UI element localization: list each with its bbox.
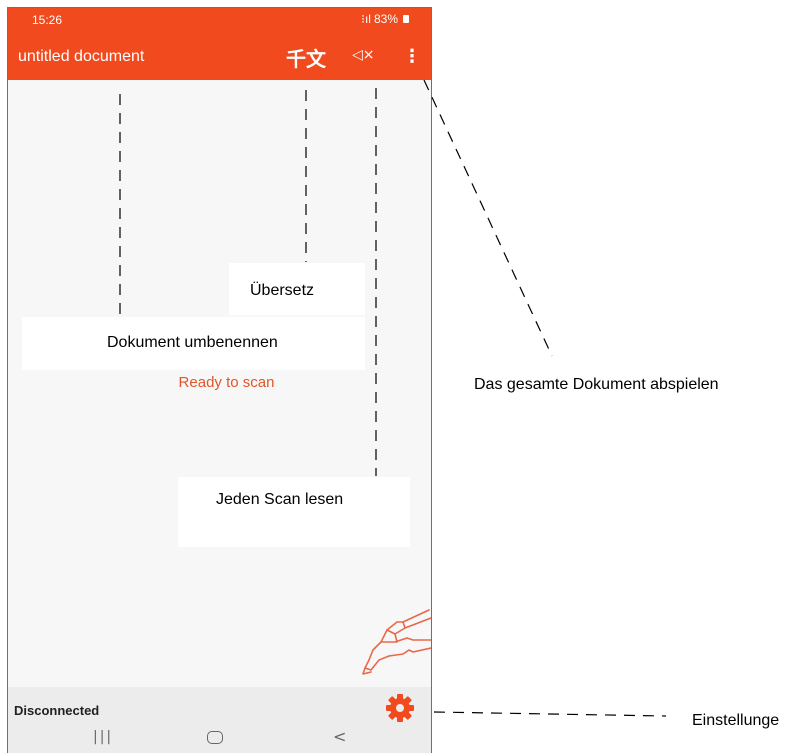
gear-icon[interactable] [384,692,416,724]
system-nav-bar: ||| < [8,723,431,753]
translate-icon[interactable]: 千文 [286,43,326,72]
translate-label: Übersetz [250,282,315,299]
status-time: 15:26 [32,13,63,27]
more-options-icon[interactable]: ⋮ [403,46,421,67]
connection-status: Disconnected [14,703,100,718]
mute-icon[interactable]: ◁× [352,47,375,63]
status-right: ⁝ıl 83% [361,12,409,26]
play-document-label: Das gesamte Dokument abspielen [474,376,719,393]
scanner-pen-icon [362,609,431,675]
rename-callout: Dokument umbenennen [22,317,365,370]
status-bar: 15:26 ⁝ıl 83% [8,8,431,34]
ready-to-scan-text: Ready to scan [178,374,275,391]
signal-icon: ⁝ıl [361,12,371,26]
home-icon[interactable] [207,731,223,744]
settings-label: Einstellunge [692,712,780,729]
document-title[interactable]: untitled document [18,48,144,66]
app-bar: untitled document 千文 ◁× ⋮ [8,34,431,80]
recent-apps-icon[interactable]: ||| [93,729,113,745]
battery-text: 83% [373,12,398,26]
translate-callout: Übersetz [229,263,365,315]
settings-leader-line [433,711,667,717]
phone-screen: 15:26 ⁝ıl 83% untitled document 千文 ◁× ⋮ … [7,7,432,753]
read-scan-callout: Jeden Scan lesen [178,477,410,547]
back-icon[interactable]: < [333,727,346,746]
bottom-bar: Disconnected ||| < [8,687,431,753]
read-each-scan-label: Jeden Scan lesen [216,491,344,508]
play-document-leader-line [423,79,553,357]
rename-label: Dokument umbenennen [107,334,278,351]
battery-icon [403,15,409,23]
